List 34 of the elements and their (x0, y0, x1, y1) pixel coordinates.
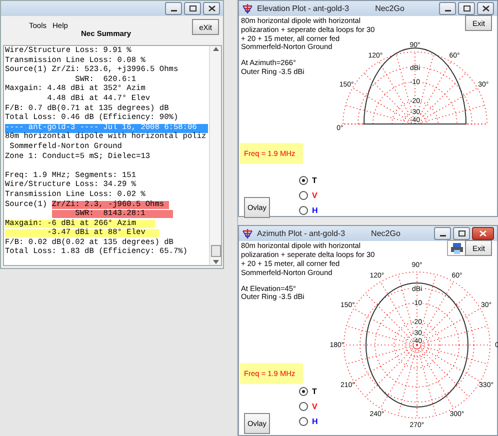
radio-button[interactable]: H (299, 417, 318, 426)
maximize-icon (188, 5, 196, 12)
summary-text-area[interactable] (3, 45, 222, 266)
maximize-icon (458, 230, 466, 238)
close-icon (208, 5, 216, 12)
app-name: Nec2Go (371, 229, 400, 238)
radio-button[interactable]: T (299, 387, 318, 396)
radio-button[interactable]: V (299, 402, 318, 412)
app-name: Nec2Go (375, 4, 404, 13)
printer-icon (450, 242, 464, 254)
maximize-button[interactable] (184, 2, 201, 15)
maximize-button[interactable] (453, 227, 470, 240)
print-button[interactable] (447, 240, 467, 256)
close-icon (479, 230, 487, 238)
scrollbar[interactable] (209, 46, 221, 265)
scroll-thumb[interactable] (210, 245, 220, 257)
close-icon (482, 5, 490, 12)
scroll-up-icon[interactable] (212, 46, 218, 52)
close-button[interactable] (477, 2, 494, 15)
minimize-button[interactable] (434, 227, 451, 240)
minimize-button[interactable] (165, 2, 182, 15)
radio-button[interactable]: V (299, 191, 318, 200)
antenna-icon (242, 228, 253, 240)
close-button[interactable] (472, 227, 494, 240)
minimize-button[interactable] (439, 2, 456, 15)
maximize-button[interactable] (458, 2, 475, 15)
close-button[interactable] (203, 2, 220, 15)
window-title: Elevation Plot - ant-gold-3 (257, 4, 350, 13)
window-title: Azimuth Plot - ant-gold-3 (257, 229, 346, 238)
maximize-icon (462, 5, 470, 12)
radio-button[interactable]: T (299, 176, 318, 185)
radio-button[interactable]: H (299, 206, 318, 215)
scroll-down-icon[interactable] (212, 259, 218, 265)
antenna-icon (242, 3, 253, 14)
